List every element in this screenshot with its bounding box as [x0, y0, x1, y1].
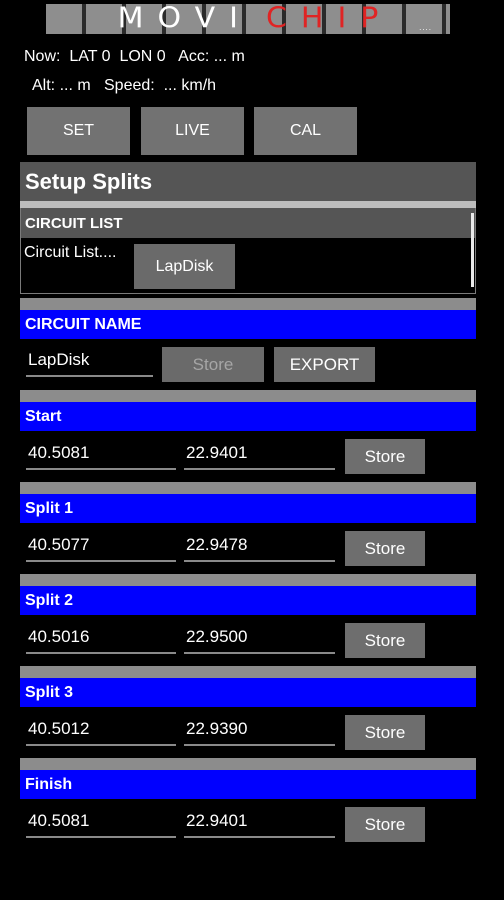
- circuit-list-label: Circuit List....: [24, 244, 117, 261]
- split-3-lon-field[interactable]: 22.9390: [184, 714, 335, 746]
- circuit-list-scrollbar[interactable]: [471, 213, 474, 287]
- section-divider: [20, 666, 476, 678]
- circuit-list-title: CIRCUIT LIST: [21, 208, 475, 238]
- logo-part-movi: MOVI: [117, 1, 252, 36]
- split-3-lat-field[interactable]: 40.5012: [26, 714, 176, 746]
- finish-header: Finish: [20, 770, 476, 799]
- split-1-store-button[interactable]: Store: [345, 531, 425, 566]
- circuit-list-item-lapdisk[interactable]: LapDisk: [134, 244, 235, 289]
- export-button[interactable]: EXPORT: [274, 347, 375, 382]
- gps-status-line: Now: LAT 0 LON 0 Acc: ... m: [24, 48, 245, 65]
- split-2-store-button[interactable]: Store: [345, 623, 425, 658]
- logo-suffix: ....: [419, 23, 432, 32]
- set-button[interactable]: SET: [27, 107, 130, 155]
- split-2-lat-field[interactable]: 40.5016: [26, 622, 176, 654]
- app-logo: MOVI CHIP ....: [46, 4, 450, 34]
- logo-part-chip: CHIP: [265, 1, 393, 36]
- split-1-header: Split 1: [20, 494, 476, 523]
- start-lon-field[interactable]: 22.9401: [184, 438, 335, 470]
- page-title: Setup Splits: [20, 162, 476, 202]
- section-divider: [20, 758, 476, 770]
- finish-store-button[interactable]: Store: [345, 807, 425, 842]
- finish-lon-field[interactable]: 22.9401: [184, 806, 335, 838]
- section-divider: [20, 574, 476, 586]
- split-3-store-button[interactable]: Store: [345, 715, 425, 750]
- circuit-store-button[interactable]: Store: [162, 347, 264, 382]
- circuit-name-field[interactable]: LapDisk: [26, 345, 153, 377]
- section-divider: [20, 482, 476, 494]
- start-lat-field[interactable]: 40.5081: [26, 438, 176, 470]
- split-1-lat-field[interactable]: 40.5077: [26, 530, 176, 562]
- cal-button[interactable]: CAL: [254, 107, 357, 155]
- split-1-lon-field[interactable]: 22.9478: [184, 530, 335, 562]
- section-divider: [20, 390, 476, 402]
- altitude-speed-line: Alt: ... m Speed: ... km/h: [32, 77, 217, 94]
- start-header: Start: [20, 402, 476, 431]
- logo-text: MOVI CHIP: [46, 1, 450, 36]
- finish-lat-field[interactable]: 40.5081: [26, 806, 176, 838]
- header-divider: [20, 201, 476, 208]
- circuit-name-header: CIRCUIT NAME: [20, 310, 476, 339]
- split-3-header: Split 3: [20, 678, 476, 707]
- start-store-button[interactable]: Store: [345, 439, 425, 474]
- split-2-lon-field[interactable]: 22.9500: [184, 622, 335, 654]
- split-2-header: Split 2: [20, 586, 476, 615]
- live-button[interactable]: LIVE: [141, 107, 244, 155]
- section-divider: [20, 298, 476, 310]
